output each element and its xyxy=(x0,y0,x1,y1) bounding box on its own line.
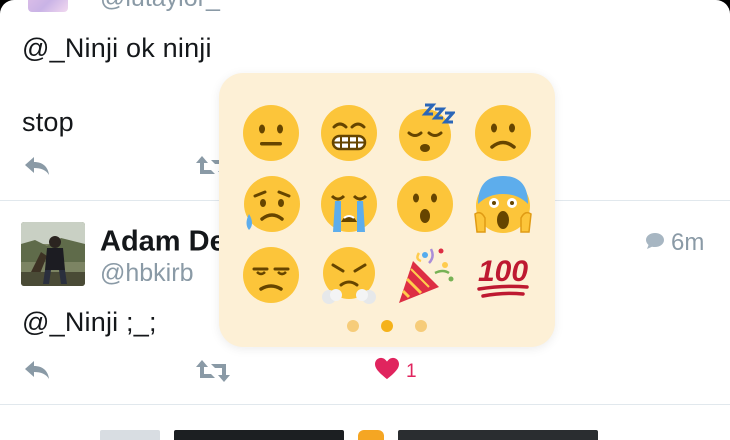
tweet2-reply-button[interactable] xyxy=(22,358,52,387)
tweet2-like-button[interactable]: 1 xyxy=(374,357,417,386)
svg-text:100: 100 xyxy=(478,255,528,288)
next-tweet-peek xyxy=(100,430,700,440)
tweet2-avatar[interactable] xyxy=(21,222,85,286)
tweet-divider xyxy=(0,404,730,405)
loudly-crying-face-emoji[interactable] xyxy=(319,174,379,234)
reply-icon xyxy=(22,358,52,387)
sleeping-face-emoji[interactable] xyxy=(395,103,455,163)
like-count: 1 xyxy=(406,360,417,382)
reply-icon xyxy=(22,154,52,183)
tweet2-timestamp: 6m xyxy=(645,229,704,257)
tweet1-text: @_Ninji ok ninji xyxy=(22,33,212,63)
tweet2-handle[interactable]: @hbkirb xyxy=(100,259,193,288)
grimacing-face-emoji[interactable] xyxy=(319,103,379,163)
neutral-face-emoji[interactable] xyxy=(241,103,301,163)
hushed-face-emoji[interactable] xyxy=(395,174,455,234)
hundred-points-emoji[interactable]: 100 xyxy=(473,245,533,305)
page-dot-2-active[interactable] xyxy=(381,320,393,332)
screaming-face-emoji[interactable] xyxy=(473,174,533,234)
page-dot-1[interactable] xyxy=(347,320,359,332)
heart-filled-icon xyxy=(374,357,400,386)
tweet1-avatar[interactable] xyxy=(28,0,68,12)
party-popper-emoji[interactable] xyxy=(395,245,455,305)
emoji-picker: 100 xyxy=(219,73,555,347)
tweet1-handle[interactable]: @lutaylor_ xyxy=(100,0,220,13)
sad-sweat-face-emoji[interactable] xyxy=(241,174,301,234)
time-label: 6m xyxy=(671,229,705,256)
tweet2-text: @_Ninji ;_; xyxy=(22,307,157,337)
page-indicator[interactable] xyxy=(219,320,555,332)
retweet-icon xyxy=(195,358,231,389)
speech-bubble-icon xyxy=(645,232,665,255)
tweet1-reply-button[interactable] xyxy=(22,154,52,183)
page-dot-3[interactable] xyxy=(415,320,427,332)
tweet1-text-line2: stop xyxy=(22,107,74,137)
unamused-face-emoji[interactable] xyxy=(241,245,301,305)
tweet2-retweet-button[interactable] xyxy=(195,358,231,389)
slightly-frowning-face-emoji[interactable] xyxy=(473,103,533,163)
timeline-screen: @lutaylor_ @_Ninji ok ninji stop xyxy=(0,0,730,440)
triumph-face-emoji[interactable] xyxy=(319,245,379,305)
sun-icon xyxy=(358,430,384,440)
